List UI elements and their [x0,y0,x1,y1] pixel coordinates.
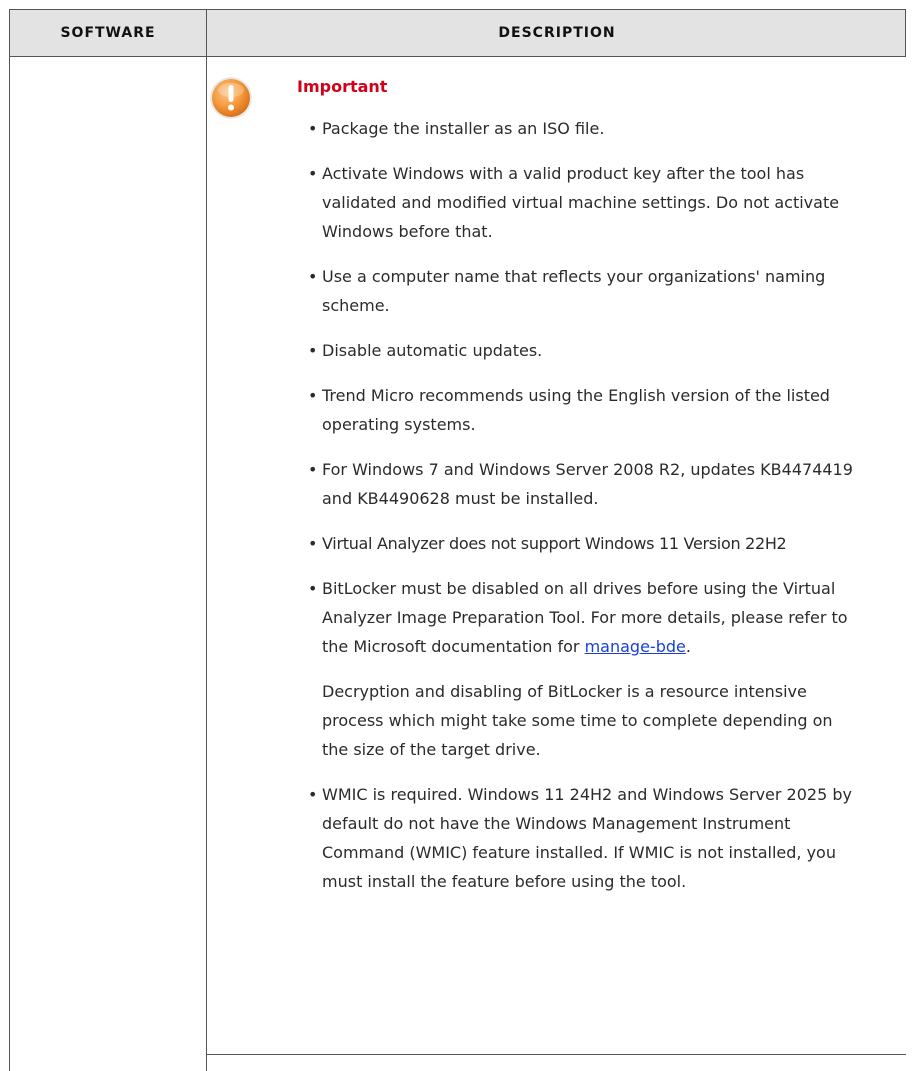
list-item-text: Activate Windows with a valid product ke… [322,164,840,241]
list-item-text: Trend Micro recommends using the English… [322,386,830,434]
table-header-row: Software Description [9,9,906,57]
list-item-text: Virtual Analyzer does not support Window… [322,534,787,553]
list-item: • Disable automatic updates. [308,336,858,365]
list-item: • WMIC is required. Windows 11 24H2 and W… [308,780,858,896]
important-list: • Package the installer as an ISO file. •… [308,114,858,912]
warning-icon [210,77,252,119]
list-item: • Virtual Analyzer does not support Windo… [308,529,858,558]
table-column-divider [206,57,207,1071]
list-item-text-part: . [685,637,691,656]
list-item-text: Use a computer name that reflects your o… [322,267,826,315]
note-bottom-rule [207,1054,906,1055]
list-item-text: Disable automatic updates. [322,341,543,360]
column-header-description: Description [498,25,616,41]
column-header-software: Software [60,25,156,41]
list-item: • Package the installer as an ISO file. [308,114,858,143]
list-item-extra-text: Decryption and disabling of BitLocker is… [322,682,833,759]
list-item: • Use a computer name that reflects your … [308,262,858,320]
important-label: Important [297,77,388,96]
list-item: • For Windows 7 and Windows Server 2008 R… [308,455,858,513]
list-item-text: For Windows 7 and Windows Server 2008 R2… [322,460,853,508]
list-item: • BitLocker must be disabled on all driv… [308,574,858,764]
list-item: • Activate Windows with a valid product k… [308,159,858,246]
list-item: • Trend Micro recommends using the Englis… [308,381,858,439]
list-item-text: Package the installer as an ISO file. [322,119,605,138]
list-item-text: BitLocker must be disabled on all drives… [322,574,858,661]
list-item-text: WMIC is required. Windows 11 24H2 and Wi… [322,785,852,891]
manage-bde-link[interactable]: manage-bde [585,637,686,656]
table-left-border [9,57,10,1071]
